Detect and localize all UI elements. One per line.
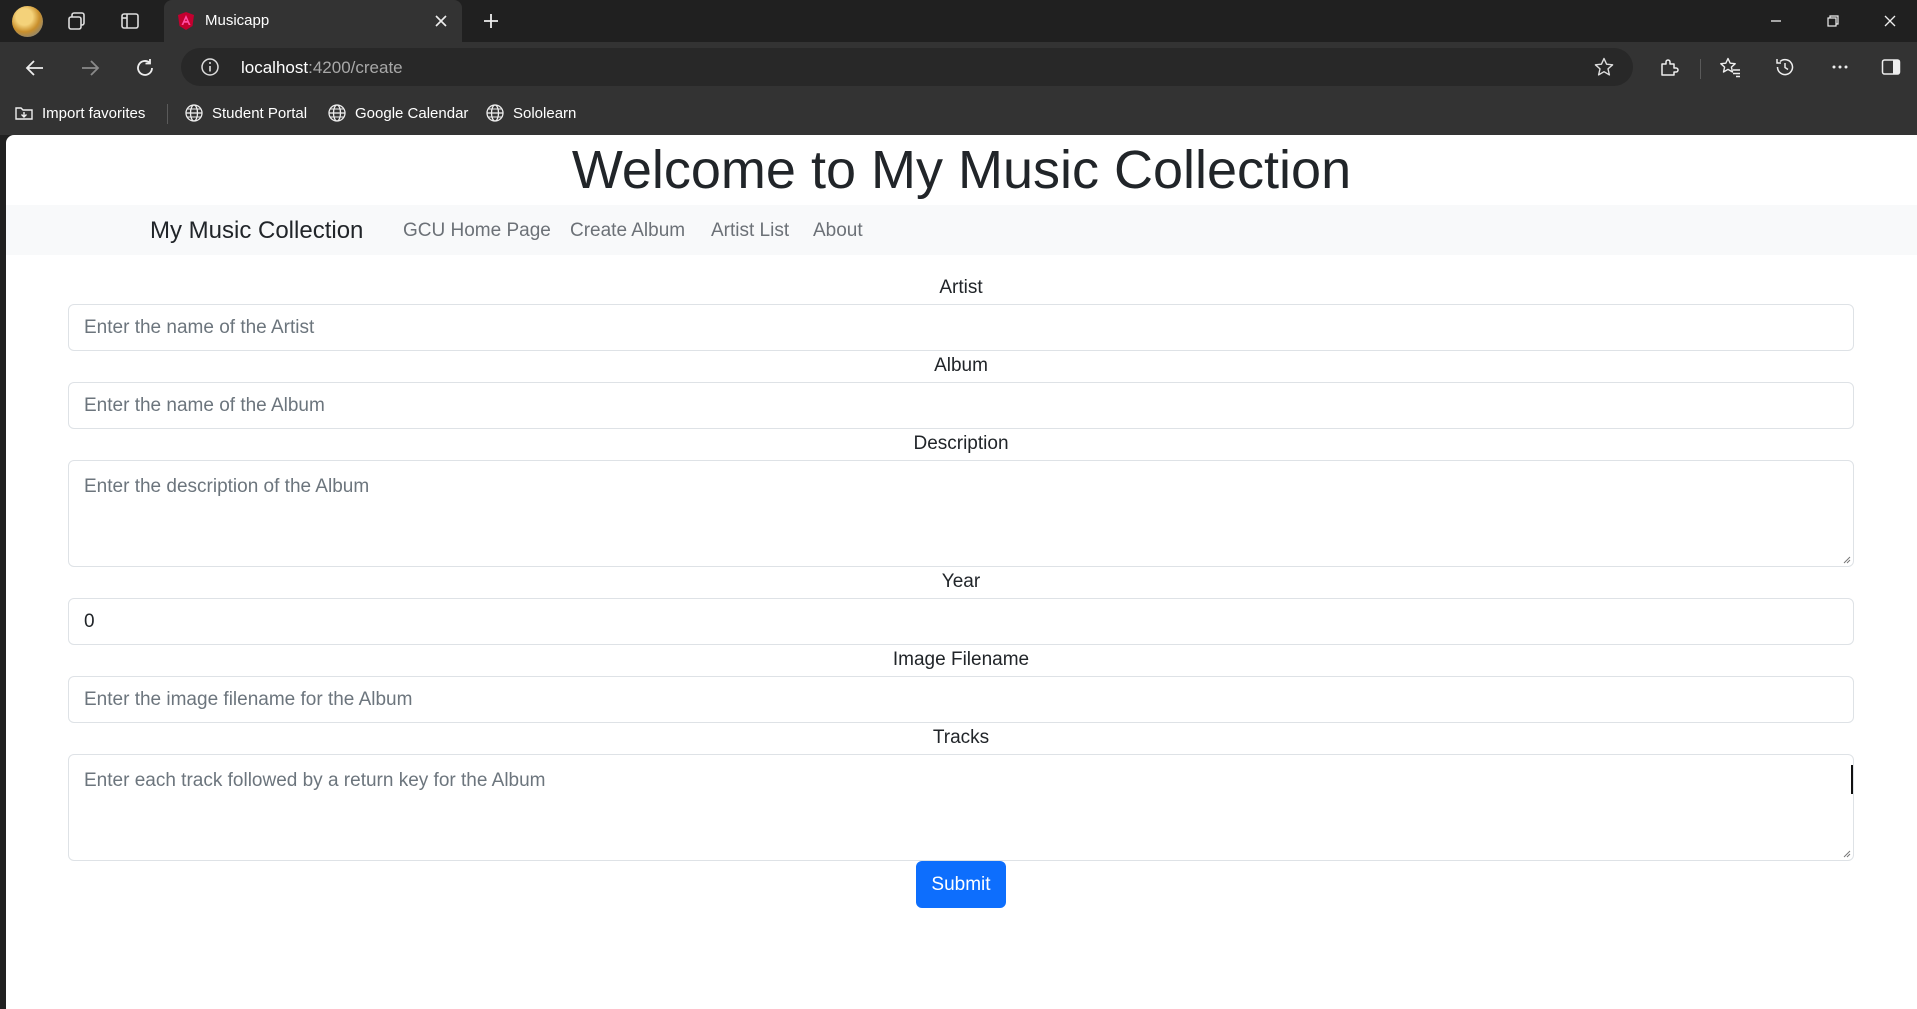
bookmark-student-portal[interactable]: Student Portal — [184, 102, 307, 124]
year-label: Year — [941, 571, 981, 592]
globe-icon — [185, 104, 203, 122]
tracks-textarea[interactable]: Enter each track followed by a return ke… — [68, 754, 1854, 861]
bookmark-sololearn[interactable]: Sololearn — [485, 102, 576, 124]
artist-label: Artist — [939, 277, 983, 298]
minimize-icon[interactable] — [1763, 8, 1789, 34]
navbar-brand[interactable]: My Music Collection — [150, 217, 363, 245]
submit-row: Submit — [68, 861, 1854, 908]
refresh-icon[interactable] — [131, 54, 159, 82]
toolbar-divider — [1700, 59, 1701, 79]
profile-avatar[interactable] — [12, 6, 43, 37]
angular-favicon-icon — [176, 11, 196, 31]
page-viewport: Welcome to My Music Collection My Music … — [6, 135, 1917, 1009]
globe-icon — [328, 104, 346, 122]
restore-icon[interactable] — [1820, 8, 1846, 34]
image-filename-input[interactable]: Enter the image filename for the Album — [68, 676, 1854, 723]
bookmark-label: Student Portal — [212, 104, 308, 122]
tab-title: Musicapp — [205, 12, 270, 29]
bookmarks-bar: Import favorites Student Portal Google C… — [0, 92, 1917, 135]
import-icon — [15, 107, 33, 120]
artist-input[interactable]: Enter the name of the Artist — [68, 304, 1854, 351]
url-host: localhost — [241, 58, 309, 77]
favorites-icon[interactable] — [1716, 53, 1744, 81]
site-info-icon[interactable] — [200, 57, 220, 77]
bookmark-label: Sololearn — [513, 104, 577, 122]
nav-link-about[interactable]: About — [813, 220, 863, 242]
album-input[interactable]: Enter the name of the Album — [68, 382, 1854, 429]
browser-titlebar: Musicapp — [0, 0, 1917, 42]
bookmark-label: Google Calendar — [355, 104, 469, 122]
bookmark-import-favorites[interactable]: Import favorites — [14, 102, 145, 124]
image-filename-label: Image Filename — [892, 649, 1030, 670]
back-icon[interactable] — [21, 54, 49, 82]
text-cursor — [1851, 765, 1853, 794]
forward-icon[interactable] — [76, 54, 104, 82]
tracks-label: Tracks — [932, 727, 990, 748]
sidebar-toggle-icon[interactable] — [1877, 53, 1905, 81]
new-tab-icon[interactable] — [478, 8, 504, 34]
workspaces-icon[interactable] — [64, 8, 90, 34]
description-label: Description — [913, 433, 1009, 454]
bookmark-google-calendar[interactable]: Google Calendar — [327, 102, 468, 124]
favorite-star-icon[interactable] — [1593, 56, 1615, 78]
year-input[interactable]: 0 — [68, 598, 1854, 645]
bookmark-divider — [167, 104, 168, 124]
close-window-icon[interactable] — [1877, 8, 1903, 34]
browser-tab-active[interactable]: Musicapp — [164, 0, 462, 42]
history-icon[interactable] — [1771, 53, 1799, 81]
url-path: :4200/create — [308, 58, 403, 77]
more-options-icon[interactable] — [1826, 53, 1854, 81]
address-bar[interactable]: localhost:4200/create — [181, 48, 1633, 86]
description-textarea[interactable]: Enter the description of the Album — [68, 460, 1854, 567]
vertical-tabs-icon[interactable] — [117, 8, 143, 34]
nav-link-artist-list[interactable]: Artist List — [711, 220, 789, 242]
close-tab-icon[interactable] — [430, 10, 452, 32]
browser-toolbar: localhost:4200/create — [0, 42, 1917, 92]
description-placeholder: Enter the description of the Album — [84, 476, 370, 497]
nav-link-gcu-home[interactable]: GCU Home Page — [403, 220, 551, 242]
resize-grip-icon[interactable] — [1841, 554, 1851, 564]
extensions-icon[interactable] — [1655, 53, 1683, 81]
globe-icon — [486, 104, 504, 122]
create-album-form: Artist Enter the name of the Artist Albu… — [68, 275, 1854, 908]
resize-grip-icon[interactable] — [1841, 848, 1851, 858]
submit-button[interactable]: Submit — [916, 861, 1006, 908]
nav-link-create-album[interactable]: Create Album — [570, 220, 685, 242]
page-heading: Welcome to My Music Collection — [571, 140, 1352, 200]
album-label: Album — [934, 355, 988, 376]
site-navbar: My Music Collection GCU Home Page Create… — [6, 205, 1917, 255]
bookmark-label: Import favorites — [42, 104, 146, 122]
url-text[interactable]: localhost:4200/create — [241, 58, 403, 78]
tracks-placeholder: Enter each track followed by a return ke… — [84, 770, 546, 791]
